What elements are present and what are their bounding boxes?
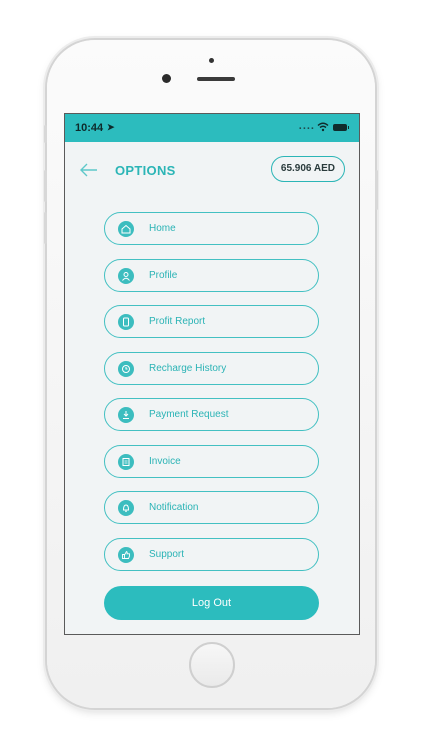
status-time: 10:44: [75, 122, 104, 134]
invoice-icon: [118, 453, 134, 470]
user-icon: [118, 267, 134, 284]
location-icon: ➤: [107, 122, 115, 132]
power-button: [375, 170, 378, 210]
page-title: OPTIONS: [115, 163, 176, 178]
back-arrow-icon[interactable]: [79, 160, 99, 180]
balance-badge: 65.906 AED: [270, 156, 345, 182]
menu-item-label: Home: [149, 223, 176, 234]
menu-item-profile[interactable]: Profile: [104, 258, 319, 292]
history-icon: [118, 360, 134, 377]
home-button: [189, 642, 235, 688]
status-bar: 10:44 ➤ ....: [65, 114, 359, 142]
earpiece-speaker: [197, 77, 235, 81]
front-camera: [162, 74, 171, 83]
menu-item-label: Profit Report: [149, 316, 206, 327]
proximity-sensor: [209, 58, 214, 63]
menu-item-label: Recharge History: [149, 362, 227, 374]
menu-item-label: Profile: [149, 269, 178, 281]
menu-item-invoice[interactable]: Invoice: [104, 444, 319, 478]
bell-icon: [118, 500, 134, 516]
volume-down-button: [44, 212, 47, 244]
mute-switch: [44, 125, 47, 143]
payment-icon: [118, 407, 134, 423]
menu-item-support[interactable]: Support: [104, 537, 319, 571]
menu-item-label: Support: [149, 548, 185, 560]
logout-button[interactable]: Log Out: [104, 586, 319, 620]
signal-dots: ....: [298, 120, 315, 132]
report-icon: [118, 314, 134, 330]
menu-item-home[interactable]: Home: [104, 212, 319, 245]
menu-item-payment-request[interactable]: Payment Request: [104, 398, 319, 431]
app-screen: 10:44 ➤ .... OPTIONS 65.906 AED Home Pro…: [64, 113, 360, 635]
menu-item-notification[interactable]: Notification: [104, 491, 319, 524]
menu-item-profit-report[interactable]: Profit Report: [104, 305, 319, 338]
menu-item-label: Invoice: [149, 455, 181, 467]
volume-up-button: [44, 170, 47, 202]
menu-item-label: Notification: [149, 502, 199, 513]
options-menu: Home Profile Profit Report Recharge Hist…: [104, 212, 319, 584]
support-icon: [118, 546, 134, 563]
menu-item-label: Payment Request: [149, 409, 229, 420]
phone-frame: 10:44 ➤ .... OPTIONS 65.906 AED Home Pro…: [44, 40, 378, 708]
header: OPTIONS 65.906 AED: [65, 142, 359, 198]
battery-icon: [333, 124, 349, 131]
home-icon: [118, 221, 134, 237]
menu-item-recharge-history[interactable]: Recharge History: [104, 351, 319, 385]
wifi-icon: [317, 122, 329, 135]
